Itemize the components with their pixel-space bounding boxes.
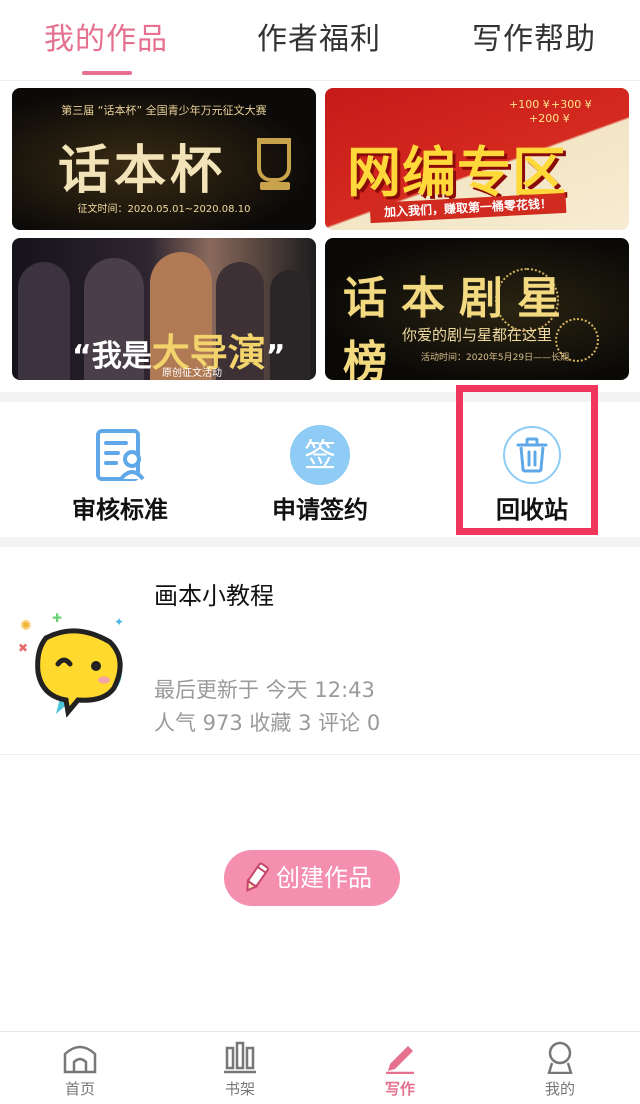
nav-label: 写作 [384,1080,415,1098]
work-stats: 人气 973 收藏 3 评论 0 [154,711,381,735]
review-document-icon [96,429,145,481]
apply-contract-button[interactable]: 签 申请签约 [220,405,420,535]
speech-bubble-cover-icon: ✺ ✦ ✚ ✖ [18,611,124,718]
create-work-label: 创建作品 [276,864,372,892]
bookshelf-icon [224,1041,256,1074]
banner-star-chart[interactable]: 话本剧星榜 你爱的剧与星都在这里 活动时间：2020年5月29日——长期 [325,238,629,380]
create-work-button[interactable]: 创建作品 [224,850,400,906]
review-standards-button[interactable]: 审核标准 [20,405,220,535]
banner-caption: 第三届 “话本杯” 全国青少年万元征文大赛 [61,104,267,117]
bottom-nav: 首页 书架 写作 我的 [0,1031,640,1104]
pencil-icon [386,1046,414,1074]
nav-label: 我的 [544,1080,575,1098]
tab-author-benefits[interactable]: 作者福利 [257,14,381,58]
svg-text:✺: ✺ [20,618,32,634]
person-figure [18,262,70,380]
banner-grid: 第三届 “话本杯” 全国青少年万元征文大赛 话本杯 征文时间：2020.05.0… [12,88,629,382]
work-updated-time: 最后更新于 今天 12:43 [154,678,375,702]
profile-icon [547,1041,573,1074]
banner-editor-zone[interactable]: +100 ¥ +300 ¥ +200 ¥ 网编专区 加入我们，赚取第一桶零花钱！ [325,88,629,230]
nav-home[interactable]: 首页 [0,1032,160,1104]
banner-subtitle: 你爱的剧与星都在这里 [401,326,552,344]
nav-profile[interactable]: 我的 [480,1032,640,1104]
svg-text:✦: ✦ [114,615,124,629]
svg-text:✚: ✚ [52,611,62,625]
work-title: 画本小教程 [154,582,274,610]
work-card[interactable]: ✺ ✦ ✚ ✖ 画本小教程 最后更新于 今天 12:43 人气 973 收藏 3… [0,550,640,755]
action-label: 审核标准 [72,496,168,524]
banner-title: 话本杯 [58,140,227,201]
banner-date: 活动时间：2020年5月29日——长期 [421,353,570,363]
banner-huaben-cup[interactable]: 第三届 “话本杯” 全国青少年万元征文大赛 话本杯 征文时间：2020.05.0… [12,88,316,230]
home-icon [63,1045,97,1074]
banner-money: +200 ¥ [529,112,570,125]
banner-money: +300 ¥ [551,98,592,111]
nav-bookshelf[interactable]: 书架 [160,1032,320,1104]
active-tab-indicator [82,71,132,75]
action-label: 申请签约 [272,496,368,524]
svg-text:✖: ✖ [18,641,28,655]
trophy-icon [257,138,291,182]
banner-subtitle: 原创征文活动 [162,368,222,379]
section-divider [0,537,640,547]
trophy-base [260,182,290,190]
pencil-icon [246,862,269,892]
nav-label: 书架 [224,1080,255,1098]
banner-director-contest[interactable]: “我是大导演” 原创征文活动 [12,238,316,380]
svg-text:签: 签 [304,436,336,474]
recycle-bin-highlight [456,385,598,535]
banner-money: +100 ¥ [509,98,550,111]
tab-my-works[interactable]: 我的作品 [44,14,168,58]
nav-label: 首页 [64,1080,95,1098]
nav-write[interactable]: 写作 [320,1032,480,1104]
banner-date: 征文时间：2020.05.01~2020.08.10 [77,204,251,215]
tab-writing-help[interactable]: 写作帮助 [472,14,596,58]
top-tab-bar: 我的作品 作者福利 写作帮助 [0,0,640,81]
sign-contract-icon: 签 [290,425,350,485]
